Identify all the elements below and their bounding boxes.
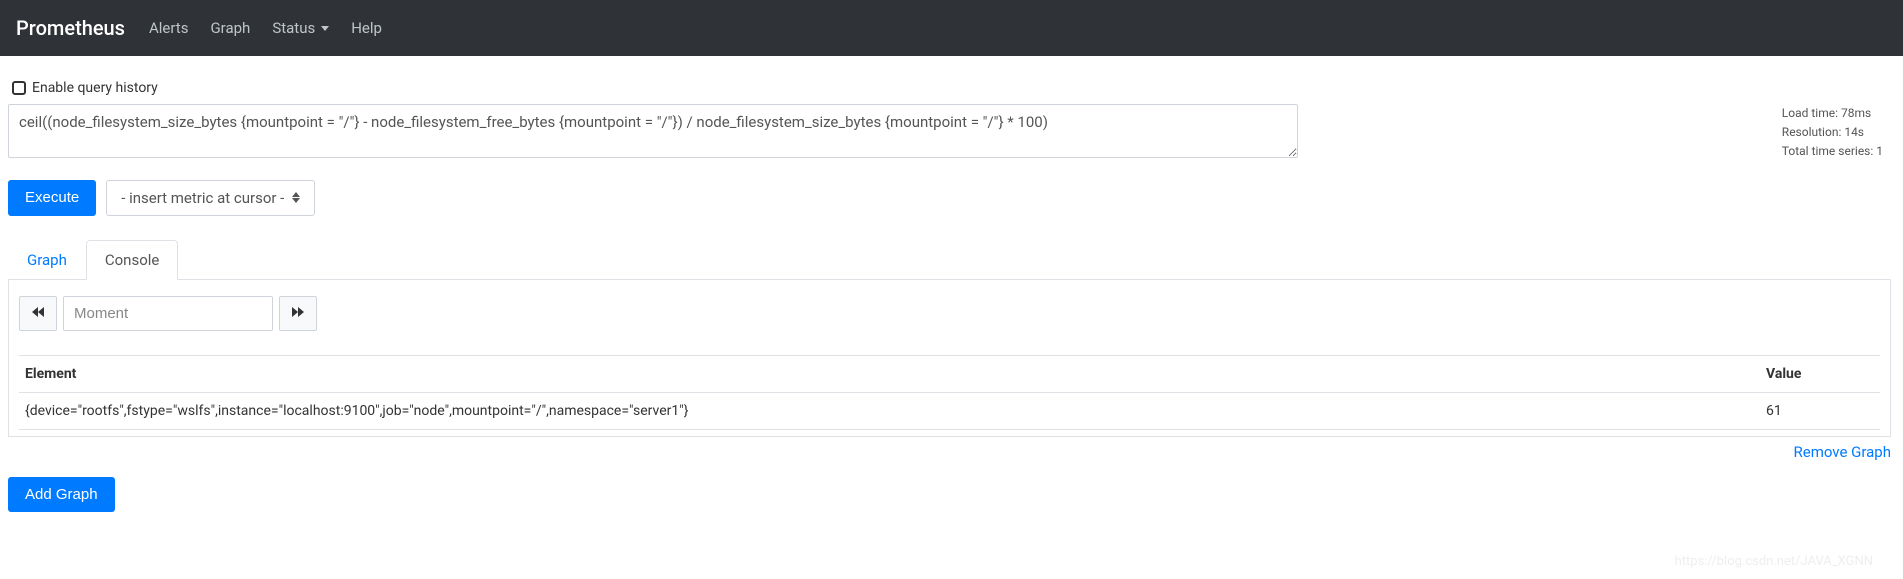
rewind-icon xyxy=(32,306,44,321)
tab-graph[interactable]: Graph xyxy=(8,240,86,280)
history-row: Enable query history xyxy=(8,68,1891,104)
query-row: Load time: 78ms Resolution: 14s Total ti… xyxy=(8,104,1891,162)
nav-graph[interactable]: Graph xyxy=(210,19,250,37)
brand[interactable]: Prometheus xyxy=(16,16,125,40)
result-table: Element Value {device="rootfs",fstype="w… xyxy=(19,355,1880,430)
query-stats: Load time: 78ms Resolution: 14s Total ti… xyxy=(1782,104,1883,162)
watermark: https://blog.csdn.net/JAVA_XGNN xyxy=(1675,554,1873,569)
expression-input[interactable] xyxy=(8,104,1298,158)
execute-button[interactable]: Execute xyxy=(8,180,96,216)
remove-graph-link[interactable]: Remove Graph xyxy=(1794,443,1892,461)
table-header-row: Element Value xyxy=(19,355,1880,392)
nav-status[interactable]: Status xyxy=(272,19,329,37)
col-element: Element xyxy=(19,355,1760,392)
metric-select-label: - insert metric at cursor - xyxy=(121,189,284,207)
metric-select[interactable]: - insert metric at cursor - xyxy=(106,180,315,216)
navbar: Prometheus Alerts Graph Status Help xyxy=(0,0,1903,56)
nav-status-label: Status xyxy=(272,19,315,37)
add-graph-button[interactable]: Add Graph xyxy=(8,477,115,512)
moment-input[interactable] xyxy=(63,296,273,331)
stat-load-time: Load time: 78ms xyxy=(1782,104,1883,123)
nav-help[interactable]: Help xyxy=(351,19,382,37)
cell-element: {device="rootfs",fstype="wslfs",instance… xyxy=(19,392,1760,429)
stat-resolution: Resolution: 14s xyxy=(1782,123,1883,142)
tab-console[interactable]: Console xyxy=(86,240,179,280)
cell-value: 61 xyxy=(1760,392,1880,429)
console-panel: Element Value {device="rootfs",fstype="w… xyxy=(8,280,1891,437)
execute-row: Execute - insert metric at cursor - xyxy=(8,180,1891,216)
enable-history-checkbox[interactable] xyxy=(12,81,26,95)
select-updown-icon xyxy=(292,192,300,203)
moment-prev-button[interactable] xyxy=(19,296,57,331)
main-container: Enable query history Load time: 78ms Res… xyxy=(0,56,1903,524)
tabs: Graph Console xyxy=(8,240,1891,280)
add-graph-wrap: Add Graph xyxy=(8,477,1891,512)
col-value: Value xyxy=(1760,355,1880,392)
nav-alerts[interactable]: Alerts xyxy=(149,19,189,37)
table-row: {device="rootfs",fstype="wslfs",instance… xyxy=(19,392,1880,429)
enable-history-label: Enable query history xyxy=(32,80,158,96)
chevron-down-icon xyxy=(321,26,329,31)
stat-total-series: Total time series: 1 xyxy=(1782,142,1883,161)
fast-forward-icon xyxy=(292,306,304,321)
moment-next-button[interactable] xyxy=(279,296,317,331)
moment-row xyxy=(19,296,1880,331)
footer-row: Remove Graph xyxy=(8,443,1891,461)
